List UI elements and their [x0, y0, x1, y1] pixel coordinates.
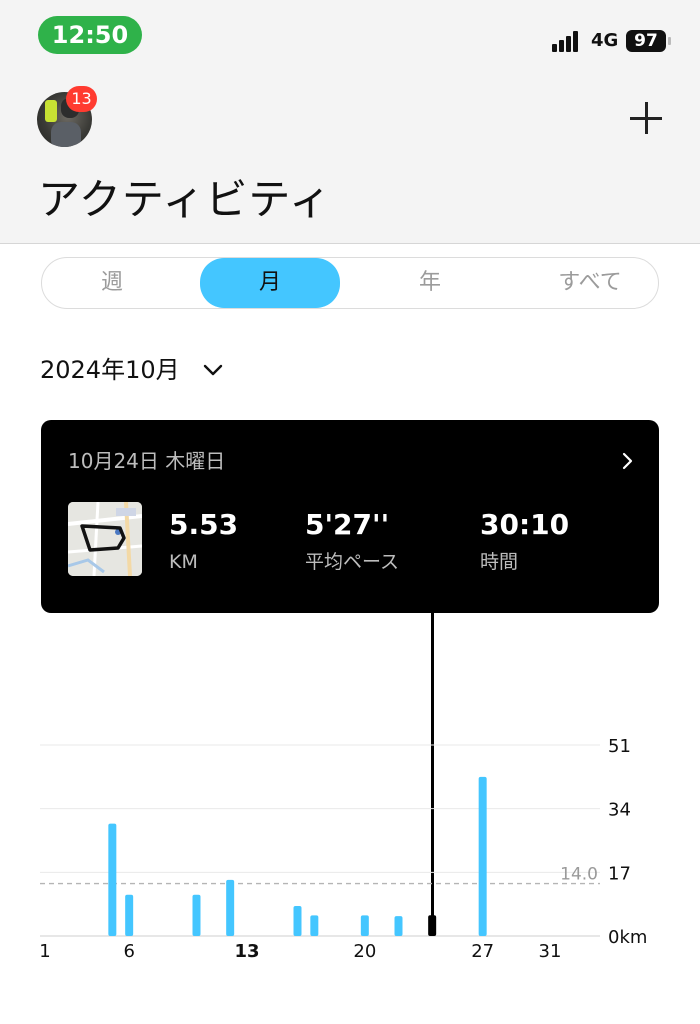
chevron-down-icon[interactable]	[203, 360, 223, 380]
activity-date: 10月24日 木曜日	[68, 449, 226, 473]
y-tick-label: 0km	[608, 927, 647, 948]
x-tick-label: 31	[539, 941, 562, 962]
bar	[108, 823, 117, 936]
x-tick-label: 27	[471, 941, 494, 962]
distance-label: KM	[169, 551, 198, 573]
status-time: 12:50	[38, 16, 142, 54]
network-type: 4G	[591, 30, 619, 51]
tab-all[interactable]: すべて	[520, 258, 660, 307]
duration-value: 30:10	[480, 508, 570, 541]
bar	[226, 879, 235, 936]
signal-icon	[552, 30, 584, 52]
tab-week[interactable]: 週	[42, 258, 182, 307]
notification-badge: 13	[66, 86, 97, 112]
y-tick-label: 51	[608, 736, 631, 757]
pace-value: 5'27''	[305, 508, 390, 541]
bar	[293, 906, 302, 936]
duration-label: 時間	[480, 551, 519, 573]
tab-year[interactable]: 年	[360, 258, 500, 307]
bar	[310, 915, 319, 936]
average-label: 14.0	[560, 865, 598, 885]
x-tick-label: 13	[234, 941, 259, 962]
page-title: アクティビティ	[38, 175, 332, 224]
monthly-distance-chart[interactable]: 51 34 17 0km 14.0 1 6 13 20 27 31	[0, 730, 700, 970]
pace-label: 平均ペース	[305, 551, 400, 573]
bar	[125, 894, 134, 936]
x-tick-label: 1	[39, 941, 50, 962]
tab-month[interactable]: 月	[200, 258, 340, 308]
period-selector[interactable]: 2024年10月	[40, 352, 180, 388]
route-map-thumbnail[interactable]	[68, 502, 142, 576]
bar-selected	[428, 915, 437, 936]
battery-icon: 97	[626, 30, 666, 52]
x-tick-label: 20	[353, 941, 376, 962]
chevron-right-icon[interactable]	[619, 452, 635, 470]
bar	[478, 776, 487, 936]
add-activity-button[interactable]	[628, 100, 664, 136]
bar	[192, 894, 201, 936]
distance-value: 5.53	[169, 508, 239, 541]
activity-card[interactable]: 10月24日 木曜日 5.53 KM 5'27'' 平均ペース 30:10 時間	[41, 420, 659, 613]
bar	[360, 915, 369, 936]
y-tick-label: 17	[608, 863, 631, 884]
x-tick-label: 6	[123, 941, 134, 962]
y-tick-label: 34	[608, 800, 631, 821]
period-segmented-control: 週 月 年 すべて	[41, 257, 659, 309]
bar	[394, 916, 403, 936]
battery-tip	[668, 37, 671, 45]
